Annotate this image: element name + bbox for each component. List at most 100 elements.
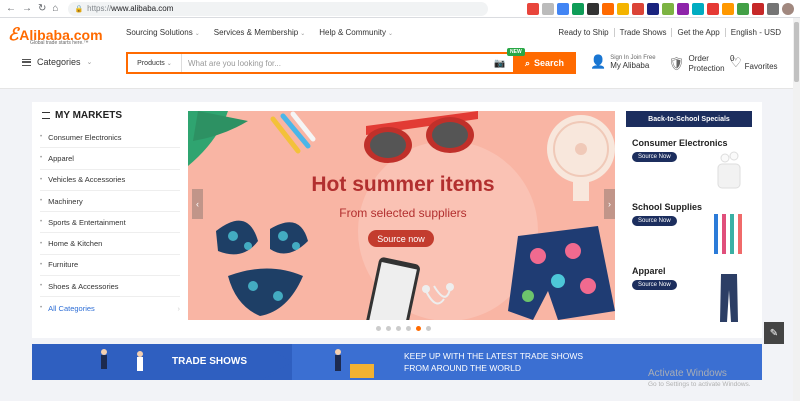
feedback-float-button[interactable]: ✎ [764, 322, 784, 344]
main-panel: MY MARKETS • Consumer Electronics • Appare… [32, 102, 762, 338]
categories-button[interactable]: Categories ⌄ [22, 57, 92, 67]
special-consumer-electronics[interactable]: Consumer Electronics Source Now [632, 138, 752, 189]
search-button-label: Search [534, 58, 565, 68]
market-item-consumer-electronics[interactable]: • Consumer Electronics [40, 127, 180, 149]
extension-icon[interactable] [722, 2, 734, 15]
carousel-dot-active[interactable] [416, 326, 421, 331]
banner-subline: From selected suppliers [339, 206, 467, 220]
site-header: ℰ Alibaba.com Global trade starts here.™… [0, 18, 800, 89]
extension-icon[interactable] [572, 2, 584, 15]
menu-icon [42, 112, 50, 119]
extension-icon[interactable] [767, 2, 779, 15]
chevron-left-icon: ‹ [196, 199, 199, 209]
extension-icon[interactable] [557, 2, 569, 15]
sign-in-area[interactable]: 👤 Sign In Join Free My Alibaba [590, 54, 656, 70]
ready-to-ship-link[interactable]: Ready to Ship [553, 28, 613, 37]
chevron-down-icon: ⌄ [86, 59, 93, 66]
extension-icon[interactable] [602, 2, 614, 15]
bullet-icon: • [40, 305, 43, 312]
extension-icons [527, 2, 800, 15]
carousel-dot[interactable] [406, 326, 411, 331]
banner-prev-arrow[interactable]: ‹ [192, 189, 203, 219]
extension-icon[interactable] [662, 2, 674, 15]
carousel-dot[interactable] [386, 326, 391, 331]
sign-in-join-link[interactable]: Sign In Join Free [610, 55, 655, 61]
trade-shows-link[interactable]: Trade Shows [613, 28, 672, 37]
special-apparel[interactable]: Apparel Source Now [632, 266, 752, 322]
source-now-button[interactable]: Source Now [632, 152, 677, 162]
trade-line2: FROM AROUND THE WORLD [404, 363, 521, 373]
carousel-dot[interactable] [426, 326, 431, 331]
protection-label: Protection [688, 64, 725, 73]
extension-icon[interactable] [677, 2, 689, 15]
extension-icon[interactable] [527, 2, 539, 15]
hero-banner[interactable]: Hot summer items From selected suppliers… [188, 111, 615, 320]
bullet-icon: • [40, 261, 43, 268]
trade-booth-illustration [335, 349, 374, 378]
favorites-link[interactable]: ♡ Favorites [730, 54, 778, 72]
search-category-dropdown[interactable]: Products ⌄ [128, 54, 182, 72]
language-currency-select[interactable]: English - USD [724, 28, 786, 37]
alibaba-logo[interactable]: ℰ Alibaba.com Global trade starts here.™ [8, 25, 103, 46]
lock-icon: 🔒 [74, 5, 84, 13]
market-item-machinery[interactable]: • Machinery [40, 191, 180, 213]
earbuds-image [717, 151, 741, 189]
extension-icon[interactable] [737, 2, 749, 15]
specials-header: Back-to-School Specials [626, 111, 752, 127]
special-school-supplies[interactable]: School Supplies Source Now [632, 202, 752, 254]
order-protection-link[interactable]: 🛡 Order Protection [668, 54, 725, 74]
source-now-button[interactable]: Source Now [632, 280, 677, 290]
market-item-home-kitchen[interactable]: • Home & Kitchen [40, 233, 180, 255]
extension-icon[interactable] [752, 2, 764, 15]
categories-label: Categories [37, 57, 81, 67]
home-icon[interactable]: ⌂ [52, 3, 58, 14]
bullet-icon: • [40, 176, 43, 183]
bullet-icon: • [40, 219, 43, 226]
extension-icon[interactable] [587, 2, 599, 15]
get-app-link[interactable]: Get the App [671, 28, 724, 37]
page-scrollbar[interactable] [793, 18, 800, 401]
browser-toolbar: ← → ↻ ⌂ 🔒 https:// www.alibaba.com [0, 0, 800, 18]
star-icon[interactable] [542, 2, 554, 15]
extension-icon[interactable] [647, 2, 659, 15]
logo-tagline: Global trade starts here.™ [30, 40, 89, 46]
extension-icon[interactable] [692, 2, 704, 15]
banner-next-arrow[interactable]: › [604, 189, 615, 219]
nav-label: Services & Membership [213, 28, 299, 37]
nav-services-membership[interactable]: Services & Membership ⌄ [214, 28, 306, 37]
my-alibaba-link[interactable]: My Alibaba [610, 61, 655, 70]
reload-icon[interactable]: ↻ [38, 3, 46, 14]
my-markets-title: MY MARKETS [42, 110, 122, 121]
market-item-vehicles[interactable]: • Vehicles & Accessories [40, 170, 180, 191]
browser-nav: ← → ↻ ⌂ [0, 3, 58, 14]
market-item-shoes[interactable]: • Shoes & Accessories [40, 276, 180, 298]
scrollbar-thumb[interactable] [794, 22, 799, 82]
market-item-all-categories[interactable]: • All Categories › [40, 297, 180, 318]
trade-shows-label: TRADE SHOWS [172, 356, 247, 367]
carousel-dot[interactable] [376, 326, 381, 331]
market-item-apparel[interactable]: • Apparel [40, 148, 180, 170]
extension-icon[interactable] [707, 2, 719, 15]
menu-icon [22, 58, 31, 66]
market-item-sports[interactable]: • Sports & Entertainment [40, 212, 180, 234]
trade-shows-text: KEEP UP WITH THE LATEST TRADE SHOWS FROM… [404, 350, 583, 374]
back-icon[interactable]: ← [6, 3, 16, 14]
camera-icon[interactable]: 📷 [493, 58, 507, 69]
address-bar[interactable]: 🔒 https:// www.alibaba.com [68, 1, 489, 16]
top-nav: Sourcing Solutions ⌄ Services & Membershi… [126, 28, 393, 37]
extension-icon[interactable] [632, 2, 644, 15]
profile-avatar[interactable] [782, 2, 794, 15]
search-input[interactable] [182, 54, 493, 72]
source-now-button[interactable]: Source Now [632, 216, 677, 226]
extension-icon[interactable] [617, 2, 629, 15]
banner-source-now-button[interactable]: Source now [368, 230, 434, 247]
nav-sourcing-solutions[interactable]: Sourcing Solutions ⌄ [126, 28, 200, 37]
carousel-dot[interactable] [396, 326, 401, 331]
forward-icon[interactable]: → [22, 3, 32, 14]
trade-line1: KEEP UP WITH THE LATEST TRADE SHOWS [404, 351, 584, 361]
market-item-furniture[interactable]: • Furniture [40, 255, 180, 277]
dropdown-label: Products [137, 59, 165, 67]
bullet-icon: • [40, 198, 43, 205]
nav-help-community[interactable]: Help & Community ⌄ [319, 28, 393, 37]
top-right-links: Ready to Ship Trade Shows Get the App En… [553, 28, 786, 37]
